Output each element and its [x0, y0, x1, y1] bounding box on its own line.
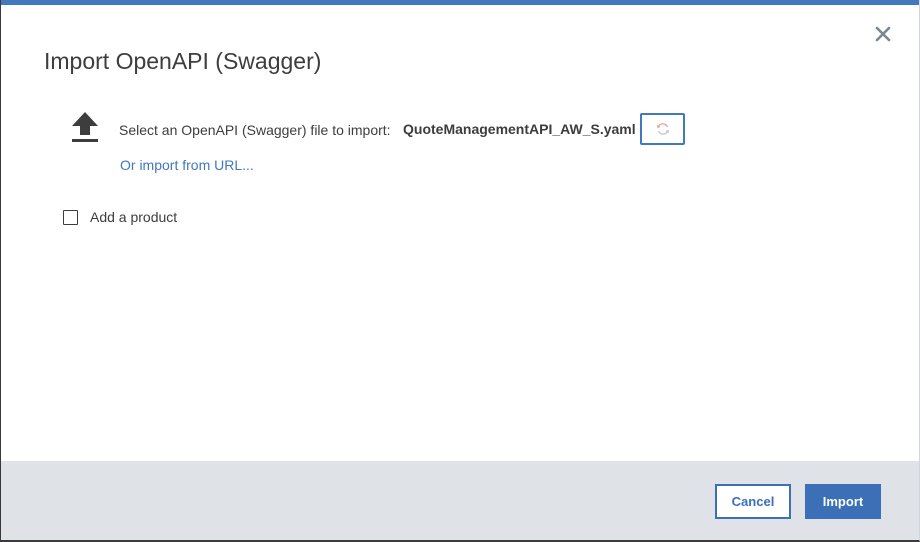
close-icon: [875, 26, 891, 42]
upload-icon: [69, 110, 101, 144]
add-product-label: Add a product: [90, 209, 178, 225]
import-from-url-link[interactable]: Or import from URL...: [120, 157, 254, 173]
import-dialog: Import OpenAPI (Swagger) Select an OpenA…: [0, 0, 920, 542]
dialog-footer: Cancel Import: [1, 461, 919, 540]
selected-file-name: QuoteManagementAPI_AW_S.yaml: [403, 121, 636, 137]
add-product-checkbox[interactable]: [63, 209, 78, 225]
add-product-option[interactable]: Add a product: [63, 209, 177, 225]
dialog-accent-bar: [1, 0, 919, 5]
close-button[interactable]: [873, 24, 893, 44]
import-button[interactable]: Import: [805, 484, 881, 519]
file-select-label: Select an OpenAPI (Swagger) file to impo…: [119, 122, 391, 138]
change-file-button[interactable]: [640, 113, 685, 145]
dialog-title: Import OpenAPI (Swagger): [44, 48, 322, 74]
cancel-button[interactable]: Cancel: [715, 484, 791, 519]
refresh-icon: [656, 123, 669, 135]
